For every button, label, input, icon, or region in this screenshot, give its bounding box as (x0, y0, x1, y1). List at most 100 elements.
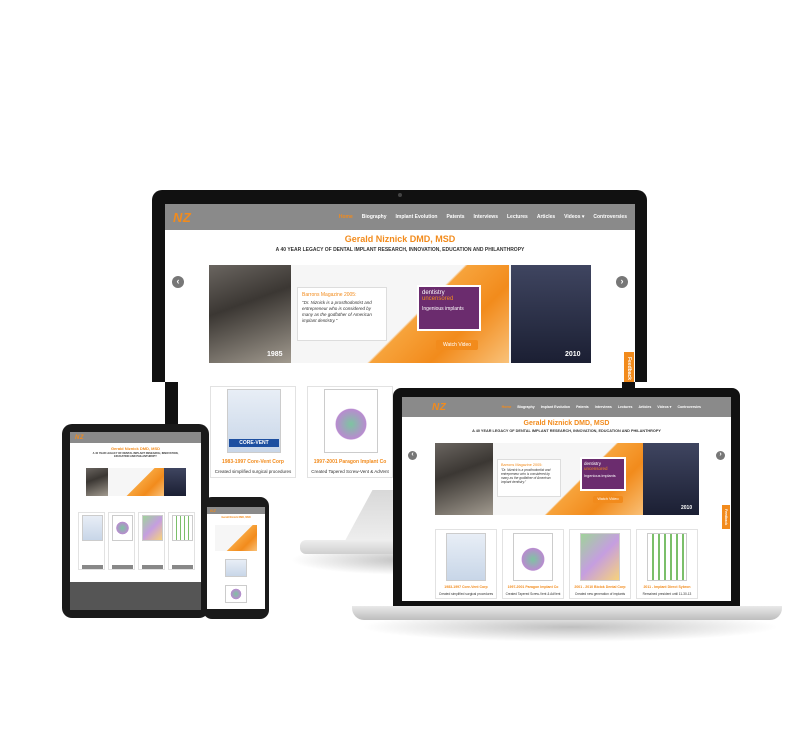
nav-menu: Home Biography Implant Evolution Patents… (339, 214, 627, 220)
nav-lectures[interactable]: Lectures (618, 405, 633, 409)
card-image (513, 533, 553, 581)
video-title-2: uncensored (422, 296, 454, 302)
tablet-card-2[interactable] (108, 512, 135, 570)
page-title: Gerald Niznick DMD, MSD (344, 234, 456, 244)
hero-slider: Barrons Magazine 2005: "Dr. Niznick is a… (435, 443, 699, 515)
card-text: Remained president until 11-30-13 (642, 592, 692, 596)
nav-interviews[interactable]: Interviews (474, 214, 498, 220)
page-subtitle: A 40 YEAR LEGACY OF DENTAL IMPLANT RESEA… (275, 247, 525, 253)
nav-videos[interactable]: Videos ▾ (657, 405, 671, 409)
phone-nav: NZ (207, 507, 265, 514)
video-title-3: Ingenious implants (584, 474, 616, 478)
hero-photo-1985 (435, 443, 493, 515)
hero-photo-2010 (164, 468, 186, 496)
card-title: 1983-1997 Core-Vent Corp (222, 459, 284, 465)
monitor-card-2[interactable]: 1997-2001 Paragon Implant Co Created Tap… (307, 386, 393, 478)
laptop-card-1[interactable]: 1983-1997 Core-Vent Corp Created simplif… (435, 529, 497, 599)
card-logo-text: CORE-VENT (229, 439, 279, 447)
watch-video-button[interactable]: Watch Video (436, 340, 478, 350)
site-logo[interactable]: NZ (75, 435, 84, 441)
nav-patents[interactable]: Patents (576, 405, 589, 409)
card-text: Created Tapered Screw-Vent & AdVent (505, 592, 561, 596)
tablet-nav: NZ (70, 432, 201, 443)
tablet-screen: NZ Gerald Niznick DMD, MSD A 40 YEAR LEG… (70, 432, 201, 610)
hero-prev-arrow[interactable]: ‹ (172, 276, 184, 288)
tablet-card-4[interactable] (168, 512, 195, 570)
hero-year-right: 2010 (565, 351, 581, 358)
tablet-card-1[interactable] (78, 512, 105, 570)
site-logo[interactable]: NZ (210, 508, 216, 513)
phone-card-image-1 (225, 559, 247, 577)
card-button[interactable] (112, 565, 133, 569)
hero-banner (108, 468, 164, 496)
nav-implant-evolution[interactable]: Implant Evolution (541, 405, 570, 409)
watch-video-button[interactable]: Watch Video (593, 496, 623, 503)
card-image (446, 533, 486, 581)
nav-menu: Home Biography Implant Evolution Patents… (502, 405, 701, 409)
tablet-card-3[interactable] (138, 512, 165, 570)
phone-screen: NZ Gerald Niznick DMD, MSD (207, 507, 265, 609)
nav-biography[interactable]: Biography (517, 405, 534, 409)
hero-prev-arrow[interactable]: ‹ (408, 451, 417, 460)
hero-year-right: 2010 (681, 505, 693, 511)
monitor-card-1[interactable]: CORE-VENT 1983-1997 Core-Vent Corp Creat… (210, 386, 296, 478)
card-button[interactable] (82, 565, 103, 569)
nav-videos[interactable]: Videos ▾ (564, 214, 584, 220)
nav-controversies[interactable]: Controversies (677, 405, 701, 409)
card-title: 1983-1997 Core-Vent Corp (444, 585, 488, 589)
monitor-screen: NZ Home Biography Implant Evolution Pate… (165, 204, 635, 382)
laptop-card-2[interactable]: 1997-2001 Paragon Implant Co Created Tap… (502, 529, 564, 599)
nav-home[interactable]: Home (502, 405, 512, 409)
card-title: 1997-2001 Paragon Implant Co (313, 459, 387, 465)
card-image (324, 389, 378, 453)
laptop-screen: NZ Home Biography Implant Evolution Pate… (402, 397, 731, 601)
video-thumbnail[interactable]: dentistry uncensored Ingenious implants (580, 457, 626, 491)
nav-patents[interactable]: Patents (446, 214, 464, 220)
page-title: Gerald Niznick DMD, MSD (523, 420, 610, 427)
card-button[interactable] (172, 565, 193, 569)
laptop-card-4[interactable]: 2011 - Implant Direct Sybron Remained pr… (636, 529, 698, 599)
card-text: Created Tapered Screw-Vent & AdVent (311, 469, 389, 474)
card-image (172, 515, 193, 541)
page-title: Gerald Niznick DMD, MSD (110, 446, 161, 451)
laptop-card-3[interactable]: 2001 - 2010 Biolok Dental Corp Created n… (569, 529, 631, 599)
card-image (112, 515, 133, 541)
monitor-nav: NZ Home Biography Implant Evolution Pate… (165, 204, 635, 230)
page-title: Gerald Niznick DMD, MSD (221, 516, 251, 519)
card-title: 1997-2001 Paragon Implant Co (507, 585, 559, 589)
quote-text: "Dr. Niznick is a prosthodontist and ent… (302, 300, 372, 323)
page-subtitle: A 40 YEAR LEGACY OF DENTAL IMPLANT RESEA… (472, 429, 661, 433)
site-logo[interactable]: NZ (173, 210, 191, 225)
feedback-tab[interactable]: Feedback (624, 352, 634, 386)
quote-box: Barrons Magazine 2005: "Dr. Niznick is a… (497, 459, 561, 497)
nav-implant-evolution[interactable]: Implant Evolution (396, 214, 438, 220)
site-logo[interactable]: NZ (432, 402, 446, 413)
laptop-base (352, 606, 782, 620)
hero-next-arrow[interactable]: › (616, 276, 628, 288)
nav-home[interactable]: Home (339, 214, 353, 220)
card-image (647, 533, 687, 581)
nav-articles[interactable]: Articles (537, 214, 555, 220)
hero-slider (215, 525, 257, 551)
hero-slider (86, 468, 186, 496)
card-button[interactable] (142, 565, 163, 569)
feedback-tab[interactable]: Feedback (722, 505, 730, 529)
hero-banner (215, 525, 257, 551)
page-subtitle: A 40 YEAR LEGACY OF DENTAL IMPLANT RESEA… (92, 452, 179, 458)
nav-biography[interactable]: Biography (362, 214, 387, 220)
hero-next-arrow[interactable]: › (716, 451, 725, 460)
hero-photo-2010 (511, 265, 591, 363)
nav-controversies[interactable]: Controversies (593, 214, 627, 220)
quote-title: Barrons Magazine 2005: (302, 292, 357, 298)
nav-lectures[interactable]: Lectures (507, 214, 528, 220)
monitor-camera (398, 193, 402, 197)
video-thumbnail[interactable]: dentistry uncensored Ingenious implants (417, 285, 481, 331)
nav-articles[interactable]: Articles (638, 405, 651, 409)
card-text: Created new generation of implants (574, 592, 626, 596)
video-title-3: Ingenious implants (422, 306, 464, 312)
card-text: Created simplified surgical procedures (214, 469, 292, 474)
hero-slider: 1985 Barrons Magazine 2005: "Dr. Niznick… (209, 265, 591, 363)
nav-interviews[interactable]: Interviews (595, 405, 612, 409)
quote-text: "Dr. Niznick is a prosthodontist and ent… (501, 468, 551, 485)
card-image (142, 515, 163, 541)
